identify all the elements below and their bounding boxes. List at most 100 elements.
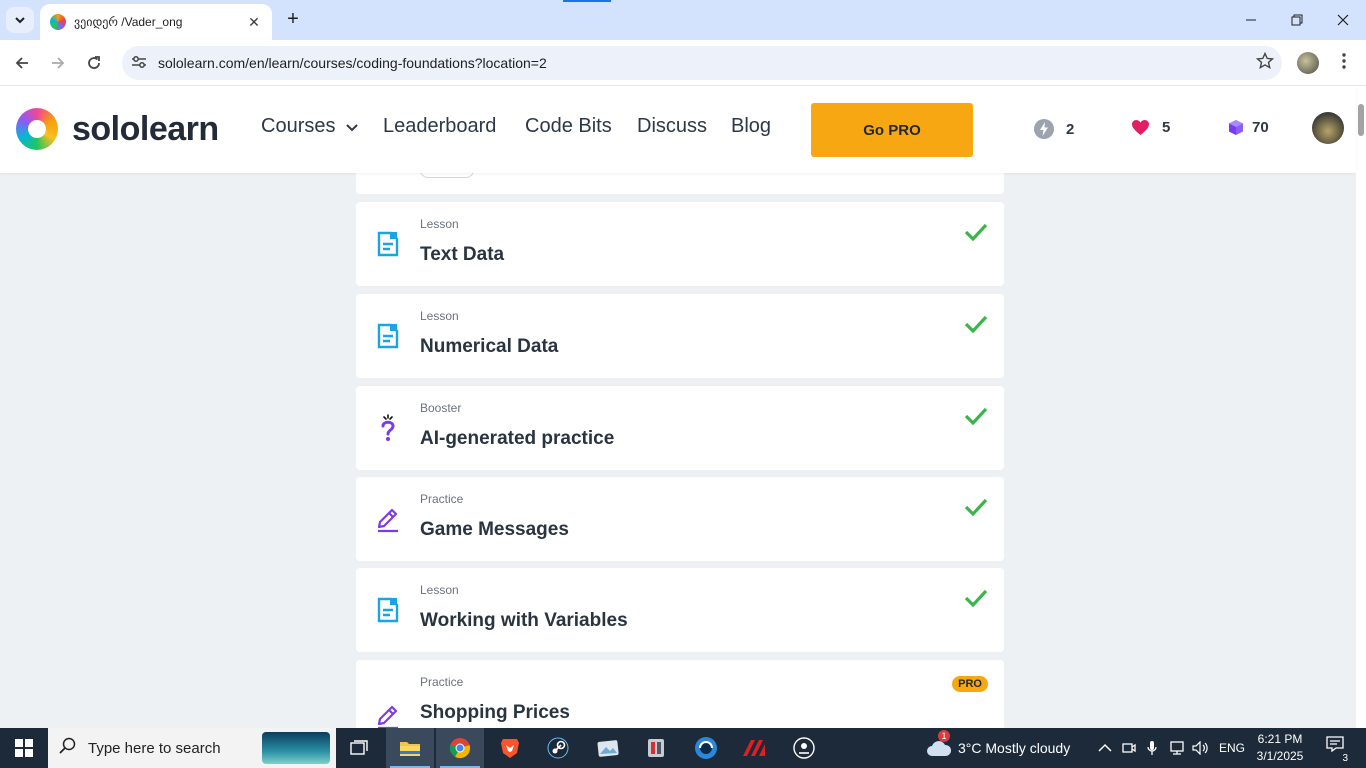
checkmark-icon	[964, 589, 988, 608]
lesson-type: Practice	[420, 675, 464, 689]
user-avatar[interactable]	[1312, 112, 1344, 144]
lesson-icon	[377, 597, 399, 623]
start-button[interactable]	[0, 728, 48, 768]
checkmark-icon	[964, 498, 988, 517]
maximize-button[interactable]	[1274, 0, 1320, 40]
lesson-type: Lesson	[420, 583, 459, 597]
red-stripes-app-icon	[743, 740, 765, 756]
tab-search-button[interactable]	[6, 7, 34, 33]
close-icon	[1337, 14, 1349, 26]
brave-lion-icon	[501, 739, 519, 758]
red-app-button[interactable]	[730, 728, 778, 768]
task-view-button[interactable]	[336, 728, 384, 768]
heart-icon	[1131, 119, 1150, 136]
reload-button[interactable]	[81, 50, 107, 76]
lesson-title: Game Messages	[420, 519, 569, 540]
new-tab-button[interactable]: +	[282, 8, 304, 30]
booster-item[interactable]: Booster AI-generated practice	[356, 386, 1004, 470]
lesson-icon	[377, 323, 399, 349]
lesson-item[interactable]: Lesson Text Data	[356, 202, 1004, 286]
camera-icon	[1122, 743, 1136, 753]
network-button[interactable]	[1168, 728, 1186, 768]
go-pro-button[interactable]: Go PRO	[811, 103, 973, 157]
windows-logo-icon	[15, 739, 33, 757]
language-indicator[interactable]: ENG	[1219, 728, 1245, 768]
taskbar-search-box[interactable]: Type here to search	[48, 728, 336, 768]
checkmark-icon	[964, 407, 988, 426]
lesson-type: Practice	[420, 492, 464, 506]
bits-counter[interactable]: 70	[1228, 119, 1269, 136]
practice-pencil-icon	[377, 508, 398, 533]
volume-button[interactable]	[1192, 728, 1210, 768]
chevron-down-icon	[15, 17, 25, 24]
network-icon	[1170, 741, 1184, 755]
nav-courses-label: Courses	[261, 115, 336, 137]
file-explorer-button[interactable]	[386, 728, 434, 768]
tray-overflow-button[interactable]	[1098, 728, 1112, 768]
image-viewer-button[interactable]	[584, 728, 632, 768]
bits-cube-icon	[1228, 119, 1244, 136]
notification-count: 3	[1340, 753, 1350, 764]
bookmark-star-icon[interactable]	[1248, 51, 1282, 75]
lesson-title: AI-generated practice	[420, 428, 615, 449]
clock-date: 3/1/2025	[1256, 749, 1304, 763]
streak-counter[interactable]: 2	[1034, 119, 1074, 139]
notification-icon	[1326, 736, 1344, 753]
practice-pencil-icon	[377, 705, 398, 730]
forward-button[interactable]	[45, 50, 71, 76]
page-scrollbar[interactable]	[1356, 86, 1366, 728]
nav-leaderboard[interactable]: Leaderboard	[383, 115, 496, 138]
practice-item[interactable]: Practice Shopping Prices PRO	[356, 660, 1004, 730]
nav-courses[interactable]: Courses	[261, 115, 359, 138]
lesson-item[interactable]: Lesson Numerical Data	[356, 294, 1004, 378]
hearts-counter[interactable]: 5	[1131, 119, 1170, 136]
circle-app-button[interactable]	[682, 728, 730, 768]
restore-icon	[1291, 14, 1303, 26]
steam-button[interactable]	[534, 728, 582, 768]
booster-question-icon	[381, 414, 395, 441]
arrow-left-icon	[15, 57, 28, 69]
browser-tab[interactable]: ვეიდერ /Vader_ong ✕	[40, 4, 272, 40]
weather-widget[interactable]: 1 3°C Mostly cloudy	[926, 728, 1070, 768]
nav-code-bits[interactable]: Code Bits	[525, 115, 612, 138]
meet-now-button[interactable]	[1122, 728, 1136, 768]
notification-center-button[interactable]: 3	[1322, 736, 1350, 764]
scrollbar-thumb[interactable]	[1358, 104, 1364, 136]
sololearn-logo[interactable]: sololearn	[16, 108, 219, 150]
streak-bolt-icon	[1034, 119, 1054, 139]
microphone-button[interactable]	[1146, 728, 1158, 768]
browser-menu-icon[interactable]	[1334, 50, 1354, 76]
tab-close-icon[interactable]: ✕	[246, 14, 262, 31]
windows-taskbar: Type here to search 1 3°C Mostly cloudy	[0, 728, 1366, 768]
brave-button[interactable]	[486, 728, 534, 768]
arrow-right-icon	[52, 57, 65, 69]
microphone-icon	[1147, 741, 1157, 755]
recorder-app-button[interactable]	[780, 728, 828, 768]
taskbar-clock[interactable]: 6:21 PM 3/1/2025	[1248, 731, 1312, 765]
close-window-button[interactable]	[1320, 0, 1366, 40]
back-button[interactable]	[9, 50, 35, 76]
url-text[interactable]: sololearn.com/en/learn/courses/coding-fo…	[158, 55, 1248, 71]
hearts-value: 5	[1162, 119, 1171, 136]
minimize-button[interactable]	[1228, 0, 1274, 40]
steam-icon	[547, 737, 569, 759]
chevron-up-icon	[1098, 743, 1112, 752]
tabstrip-accent	[563, 0, 611, 2]
task-view-icon	[350, 740, 368, 755]
chrome-button[interactable]	[436, 728, 484, 768]
nav-blog[interactable]: Blog	[731, 115, 771, 138]
folder-icon	[400, 742, 420, 756]
nav-discuss[interactable]: Discuss	[637, 115, 707, 138]
recorder-icon	[793, 737, 815, 759]
weather-alert-badge: 1	[938, 730, 950, 742]
lesson-type: Booster	[420, 401, 462, 415]
lesson-item[interactable]: Lesson Working with Variables	[356, 568, 1004, 652]
browser-profile-avatar[interactable]	[1297, 52, 1319, 74]
game-launcher-button[interactable]	[632, 728, 680, 768]
reload-icon	[88, 56, 100, 69]
site-info-icon[interactable]	[124, 55, 154, 72]
sololearn-favicon-icon	[50, 14, 66, 30]
checkmark-icon	[964, 223, 988, 242]
practice-item[interactable]: Practice Game Messages	[356, 477, 1004, 561]
address-bar[interactable]: sololearn.com/en/learn/courses/coding-fo…	[122, 46, 1282, 80]
